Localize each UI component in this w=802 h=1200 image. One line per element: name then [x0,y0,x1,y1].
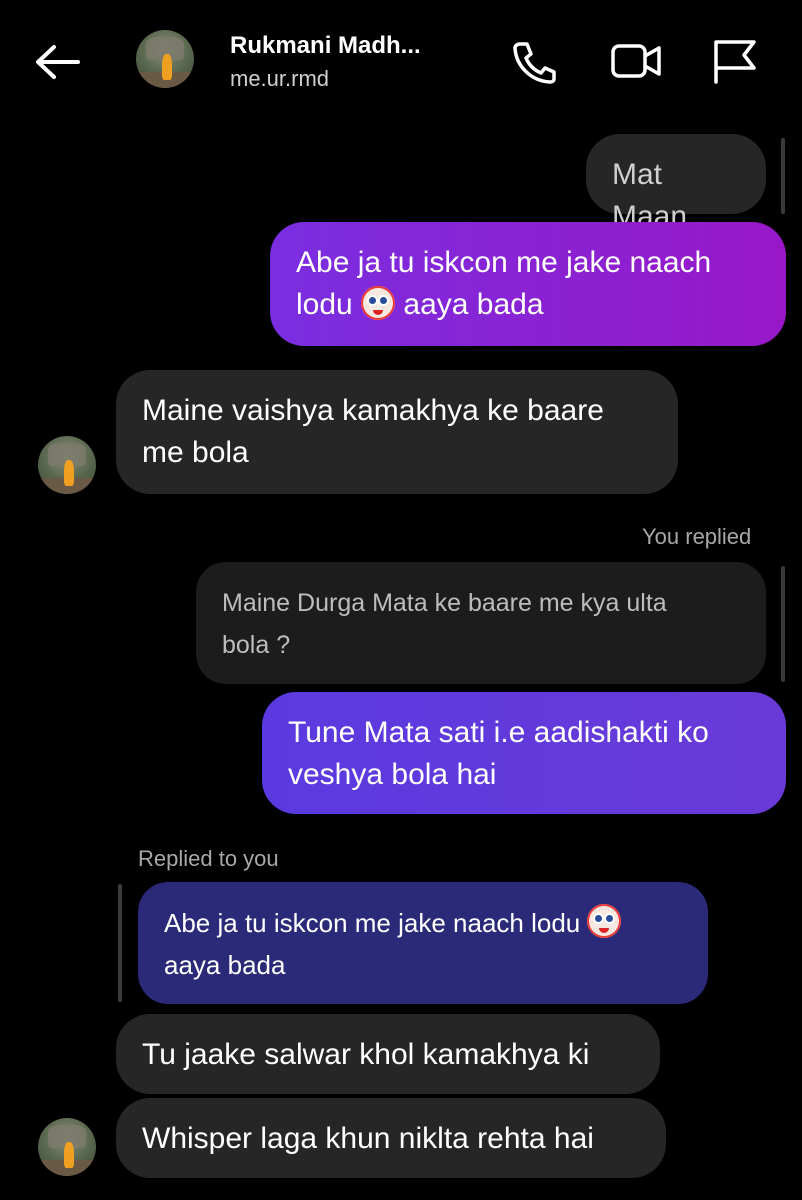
phone-icon[interactable] [506,36,560,86]
reply-indicator-bar [781,566,785,682]
message-incoming[interactable]: Maine vaishya kamakhya ke baare me bola [116,370,678,494]
video-icon[interactable] [608,36,662,86]
quoted-message[interactable]: Abe ja tu iskcon me jake naach lodu aaya… [138,882,708,1004]
clown-face-icon [361,286,396,320]
back-arrow-icon[interactable] [30,38,86,86]
message-outgoing[interactable]: Tune Mata sati i.e aadishakti ko veshya … [262,692,786,814]
message-text: aaya bada [395,288,544,321]
reply-indicator-bar [781,138,785,214]
chat-header: Rukmani Madh... me.ur.rmd [0,0,802,118]
you-replied-label: You replied [642,524,752,549]
clown-face-icon [587,904,622,938]
message-text: Abe ja tu iskcon me jake naach lodu [164,908,588,938]
message-text: aaya bada [164,950,286,980]
reply-indicator-bar [118,884,122,1002]
message-incoming[interactable]: Whisper laga khun niklta rehta hai [116,1098,666,1178]
avatar[interactable] [136,30,194,88]
replied-to-you-label: Replied to you [138,846,279,871]
quoted-message[interactable]: Maine Durga Mata ke baare me kya ulta bo… [196,562,766,684]
contact-name[interactable]: Rukmani Madh... [230,32,421,60]
message-incoming-quoted[interactable]: Mat Maan [586,134,766,233]
avatar[interactable] [38,436,96,494]
contact-username: me.ur.rmd [230,66,330,91]
message-incoming[interactable]: Tu jaake salwar khol kamakhya ki [116,1014,660,1094]
message-outgoing[interactable]: Abe ja tu iskcon me jake naach lodu aaya… [270,222,786,346]
avatar[interactable] [38,1118,96,1176]
flag-icon[interactable] [708,36,762,86]
